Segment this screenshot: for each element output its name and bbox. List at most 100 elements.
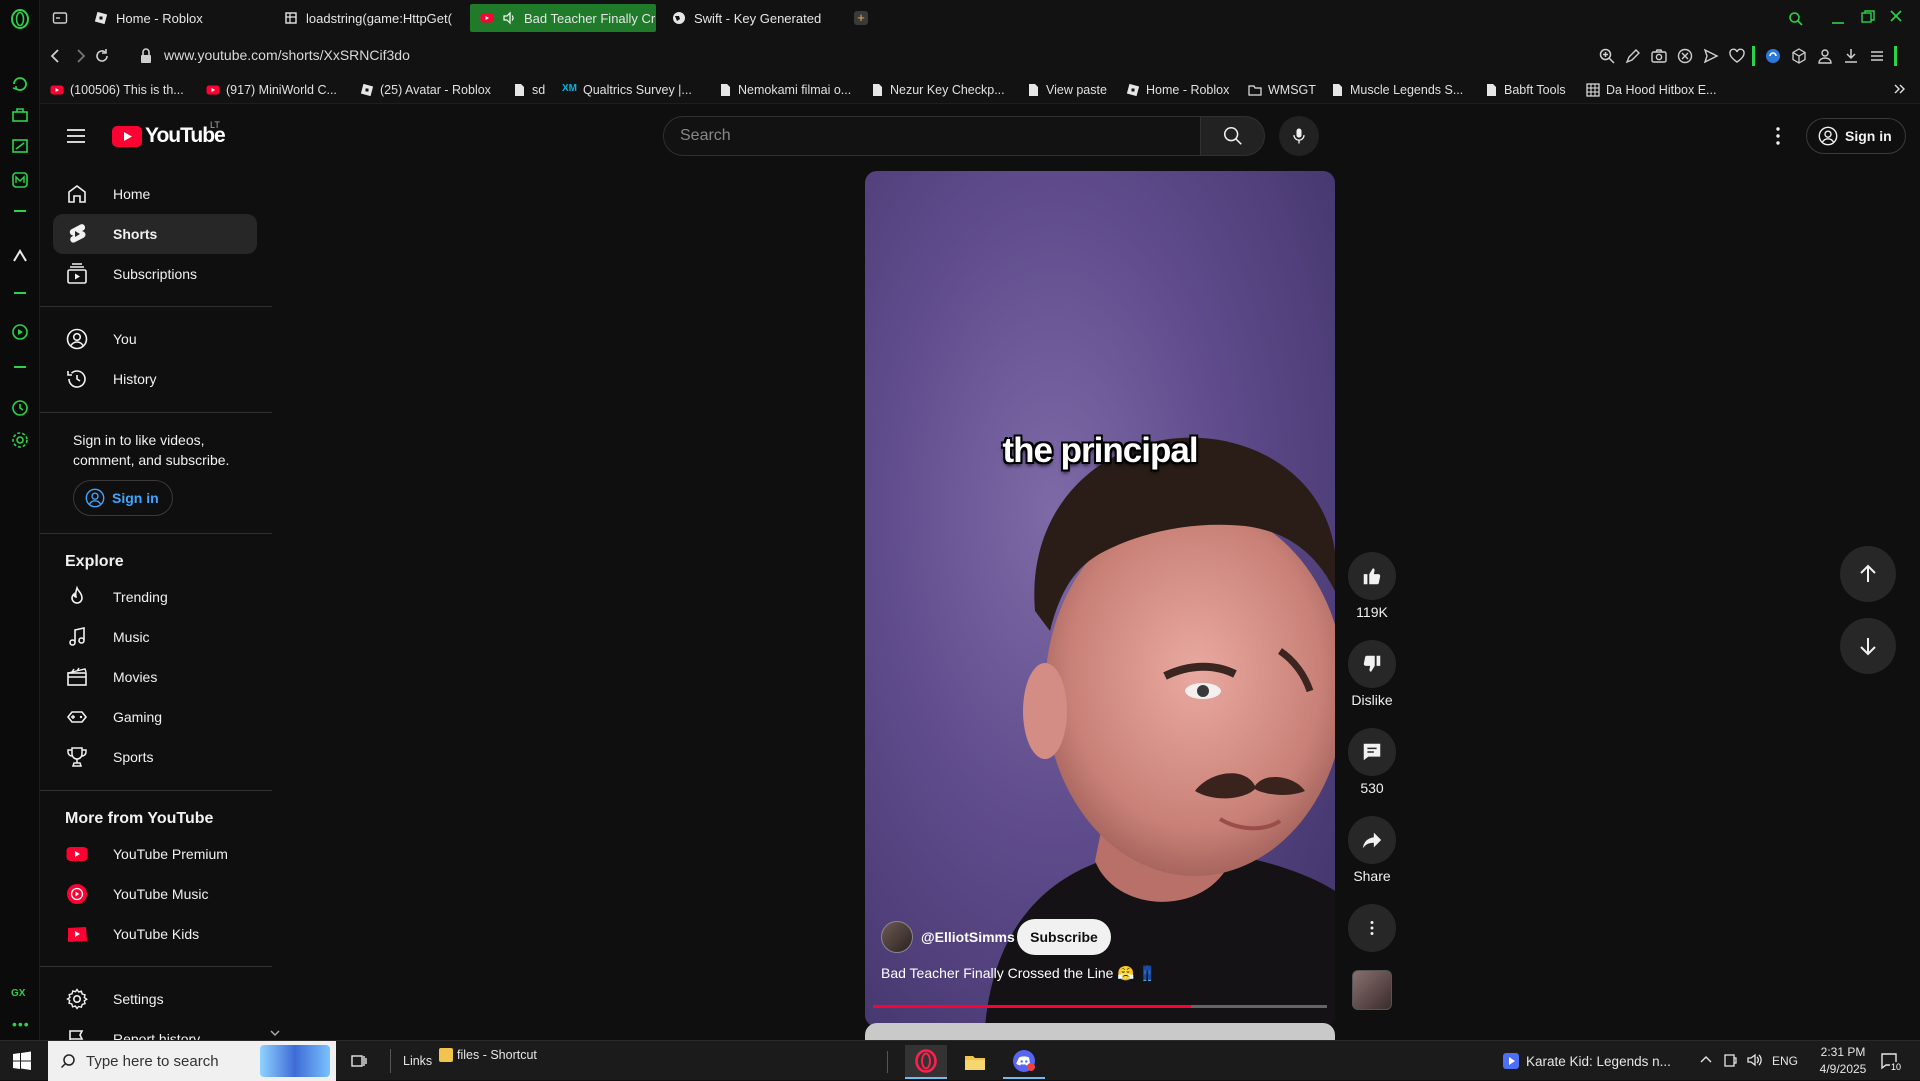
- taskbar-opera-gx[interactable]: [905, 1045, 947, 1079]
- links-toolbar-label[interactable]: Links: [403, 1054, 432, 1068]
- bookmark-item[interactable]: View paste: [1026, 81, 1107, 99]
- sidebar-scroll-down-icon[interactable]: [268, 1026, 282, 1040]
- sound-thumbnail[interactable]: [1352, 970, 1392, 1010]
- bookmark-item[interactable]: Da Hood Hitbox E...: [1586, 81, 1716, 99]
- like-button[interactable]: [1348, 552, 1396, 600]
- tab-search-icon[interactable]: [1788, 11, 1804, 27]
- sidebar-item-shorts[interactable]: Shorts: [53, 214, 257, 254]
- extension-icon[interactable]: [1764, 47, 1782, 65]
- gx-messenger-icon[interactable]: [10, 170, 30, 190]
- send-icon[interactable]: [1702, 47, 1720, 65]
- channel-avatar[interactable]: [881, 921, 913, 953]
- sidebar-item-youtube-music[interactable]: YouTube Music: [53, 874, 257, 914]
- taskbar-search-box[interactable]: [48, 1041, 336, 1081]
- camera-icon[interactable]: [1650, 47, 1668, 65]
- sidebar-item-you[interactable]: You: [53, 319, 257, 359]
- gx-control-icon[interactable]: [10, 74, 30, 94]
- bookmark-item[interactable]: (917) MiniWorld C...: [206, 81, 337, 99]
- video-title[interactable]: Bad Teacher Finally Crossed the Line 😤 👖: [881, 965, 1156, 982]
- tab-swift-key[interactable]: Swift - Key Generated: [662, 4, 852, 32]
- language-indicator[interactable]: ENG: [1772, 1054, 1798, 1068]
- lock-icon[interactable]: [138, 46, 154, 66]
- bookmark-item[interactable]: Nemokami filmai o...: [718, 81, 851, 99]
- forward-icon[interactable]: [70, 46, 90, 66]
- cube-icon[interactable]: [1790, 47, 1808, 65]
- profile-icon[interactable]: [1816, 47, 1834, 65]
- video-progress-bar[interactable]: [873, 1005, 1327, 1008]
- new-tab-button[interactable]: +: [854, 11, 868, 25]
- previous-short-button[interactable]: [1840, 546, 1896, 602]
- gx-app-icon[interactable]: [10, 246, 30, 266]
- sidebar-item-youtube-kids[interactable]: YouTube Kids: [53, 914, 257, 954]
- hamburger-menu-icon[interactable]: [64, 124, 88, 148]
- sidebar-item-settings[interactable]: Settings: [53, 979, 257, 1019]
- next-short-preview[interactable]: [865, 1023, 1335, 1040]
- tab-home-roblox[interactable]: Home - Roblox: [84, 4, 264, 32]
- show-hidden-icons-icon[interactable]: [1698, 1052, 1714, 1068]
- bookmark-item[interactable]: (100506) This is th...: [50, 81, 184, 99]
- sign-in-button[interactable]: Sign in: [1806, 118, 1906, 154]
- sidebar-scroll-up-icon[interactable]: [270, 168, 272, 176]
- subscribe-button[interactable]: Subscribe: [1017, 919, 1111, 955]
- bookmark-item[interactable]: Muscle Legends S...: [1330, 81, 1463, 99]
- sidebar-item-subscriptions[interactable]: Subscriptions: [53, 254, 257, 294]
- windows-start-icon[interactable]: [12, 1051, 32, 1071]
- bookmark-item[interactable]: (25) Avatar - Roblox: [360, 81, 491, 99]
- sidebar-item-home[interactable]: Home: [53, 174, 257, 214]
- gx-settings-icon[interactable]: [10, 430, 30, 450]
- url-field[interactable]: www.youtube.com/shorts/XxSRNCif3do: [164, 47, 410, 63]
- search-button[interactable]: [1201, 116, 1265, 156]
- gx-history-icon[interactable]: [10, 398, 30, 418]
- sidebar-item-history[interactable]: History: [53, 359, 257, 399]
- volume-icon[interactable]: [1746, 1052, 1762, 1068]
- heart-icon[interactable]: [1728, 47, 1746, 65]
- taskbar-discord[interactable]: [1003, 1045, 1045, 1079]
- speaker-icon[interactable]: [502, 11, 516, 25]
- close-window-icon[interactable]: [1888, 8, 1904, 24]
- more-actions-button[interactable]: [1348, 904, 1396, 952]
- share-button[interactable]: [1348, 816, 1396, 864]
- clock-time[interactable]: 2:31 PM: [1812, 1045, 1874, 1059]
- taskbar-search-input[interactable]: [86, 1052, 266, 1070]
- bookmarks-overflow-icon[interactable]: [1892, 82, 1906, 96]
- voice-search-button[interactable]: [1279, 116, 1319, 156]
- sidebar-item-music[interactable]: Music: [53, 617, 257, 657]
- taskbar-file-explorer[interactable]: [954, 1045, 996, 1079]
- zoom-icon[interactable]: [1598, 47, 1616, 65]
- next-short-button[interactable]: [1840, 618, 1896, 674]
- sidebar-sign-in-button[interactable]: Sign in: [73, 480, 173, 516]
- tab-loadstring[interactable]: loadstring(game:HttpGet(: [274, 4, 454, 32]
- bookmark-item[interactable]: Home - Roblox: [1126, 81, 1229, 99]
- tab-bad-teacher[interactable]: Bad Teacher Finally Cr: [470, 4, 656, 32]
- reload-icon[interactable]: [92, 46, 112, 66]
- sidebar-item-gaming[interactable]: Gaming: [53, 697, 257, 737]
- files-shortcut-label[interactable]: files - Shortcut: [457, 1048, 537, 1062]
- more-options-icon[interactable]: [1766, 124, 1790, 148]
- bookmark-item[interactable]: sd: [512, 81, 545, 99]
- comments-button[interactable]: [1348, 728, 1396, 776]
- gx-twitch-icon[interactable]: [10, 136, 30, 156]
- youtube-logo[interactable]: YouTube: [112, 124, 226, 148]
- media-title-label[interactable]: Karate Kid: Legends n...: [1526, 1054, 1671, 1069]
- workspaces-icon[interactable]: [52, 10, 68, 26]
- easy-setup-icon[interactable]: [1868, 47, 1886, 65]
- restore-icon[interactable]: [1860, 9, 1876, 25]
- channel-name-link[interactable]: @ElliotSimms: [921, 929, 1015, 945]
- sidebar-item-trending[interactable]: Trending: [53, 577, 257, 617]
- opera-gx-logo-icon[interactable]: [10, 9, 30, 29]
- battery-icon[interactable]: [1722, 1052, 1738, 1068]
- dislike-button[interactable]: [1348, 640, 1396, 688]
- download-icon[interactable]: [1842, 47, 1860, 65]
- sidebar-item-sports[interactable]: Sports: [53, 737, 257, 777]
- edit-icon[interactable]: [1624, 47, 1642, 65]
- bookmark-item[interactable]: XM Qualtrics Survey |...: [562, 81, 692, 99]
- back-icon[interactable]: [46, 46, 66, 66]
- search-input[interactable]: [664, 117, 1200, 155]
- gx-corner-icon[interactable]: [10, 104, 30, 124]
- sidebar-item-report-history[interactable]: Report history: [53, 1019, 257, 1040]
- bookmark-item[interactable]: WMSGT: [1248, 81, 1316, 99]
- gx-more-icon[interactable]: •••: [12, 1016, 30, 1032]
- bookmark-item[interactable]: Babft Tools: [1484, 81, 1566, 99]
- short-video-player[interactable]: the principal @ElliotSimms Subscribe Bad…: [865, 171, 1335, 1027]
- bookmark-item[interactable]: Nezur Key Checkp...: [870, 81, 1005, 99]
